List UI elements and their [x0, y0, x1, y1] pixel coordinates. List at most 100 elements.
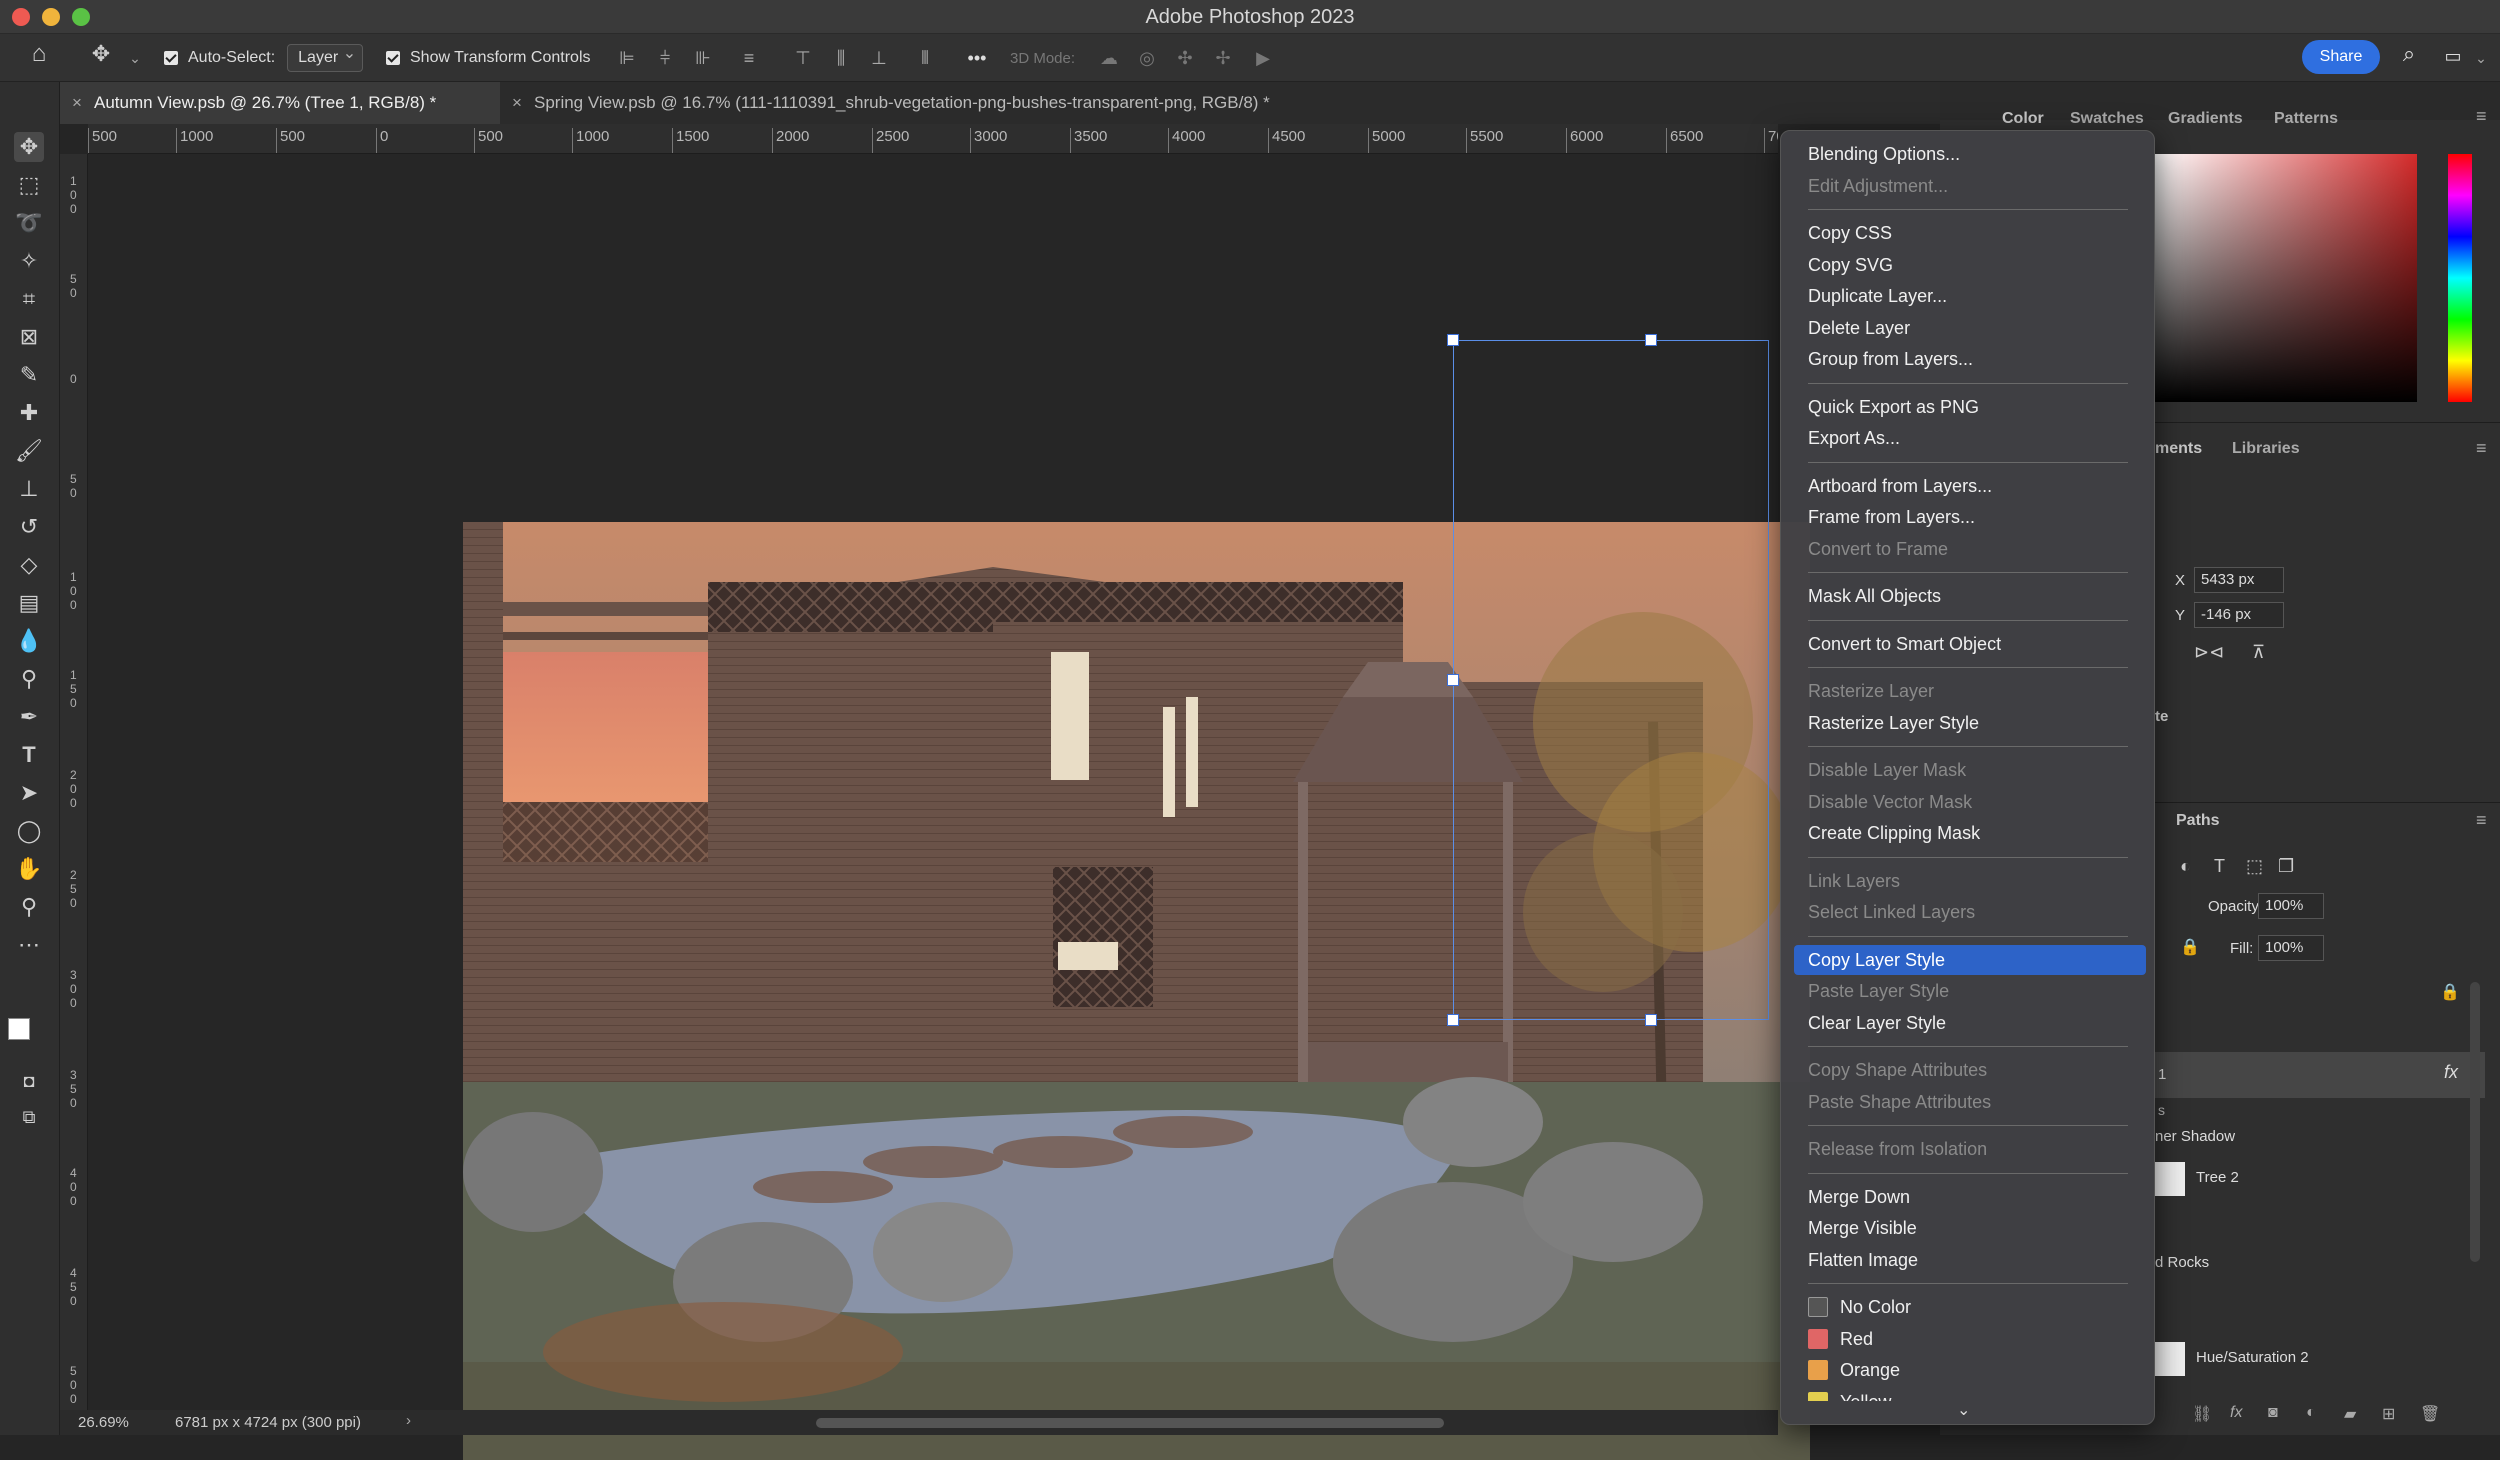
menu-item-color-orange[interactable]: Orange — [1794, 1355, 2146, 1385]
adjustment-layer-icon[interactable]: ◐ — [2306, 1404, 2316, 1422]
tab-swatches[interactable]: Swatches — [2070, 110, 2144, 128]
layer-name-rocks[interactable]: d Rocks — [2155, 1254, 2209, 1271]
menu-item-color-no-color[interactable]: No Color — [1794, 1292, 2146, 1322]
menu-item-convert-to-smart-object[interactable]: Convert to Smart Object — [1794, 629, 2146, 659]
menu-item-copy-layer-style[interactable]: Copy Layer Style — [1794, 944, 2146, 975]
tab-color[interactable]: Color — [2002, 110, 2044, 128]
type-tool-icon[interactable]: T — [14, 740, 44, 770]
path-selection-tool-icon[interactable]: ➤ — [14, 778, 44, 808]
history-brush-tool-icon[interactable]: ↺ — [14, 512, 44, 542]
canvas-area[interactable] — [88, 154, 1810, 1460]
menu-scroll-down-icon[interactable]: ⌄ — [1957, 1400, 1970, 1420]
healing-brush-tool-icon[interactable]: ✚ — [14, 398, 44, 428]
delete-layer-icon[interactable]: 🗑 — [2420, 1404, 2440, 1424]
menu-item-create-clipping-mask[interactable]: Create Clipping Mask — [1794, 818, 2146, 848]
blur-tool-icon[interactable]: 💧 — [14, 626, 44, 656]
menu-item-group-from-layers[interactable]: Group from Layers... — [1794, 344, 2146, 374]
hue-slider[interactable] — [2448, 154, 2472, 402]
menu-item-artboard-from-layers[interactable]: Artboard from Layers... — [1794, 471, 2146, 501]
status-menu-chevron-icon[interactable]: › — [406, 1412, 411, 1429]
hand-tool-icon[interactable]: ✋ — [14, 854, 44, 884]
menu-item-quick-export-as-png[interactable]: Quick Export as PNG — [1794, 392, 2146, 422]
filter-smart-object-icon[interactable]: ❐ — [2278, 856, 2294, 877]
search-icon[interactable]: ⌕ — [2398, 43, 2420, 65]
magic-wand-tool-icon[interactable]: ✧ — [14, 246, 44, 276]
lasso-tool-icon[interactable]: ➰ — [14, 208, 44, 238]
distribute-vertical-icon[interactable]: ⫴ — [914, 48, 936, 68]
new-group-icon[interactable]: ▰ — [2344, 1404, 2356, 1424]
panel-menu-icon[interactable]: ≡ — [2476, 438, 2487, 459]
fill-field[interactable]: 100% — [2258, 935, 2324, 961]
layer-name-tree-2[interactable]: Tree 2 — [2196, 1169, 2239, 1186]
workspace-chevron-icon[interactable]: ⌄ — [2470, 48, 2492, 68]
transform-handle[interactable] — [1645, 334, 1657, 346]
tab-spring-view[interactable]: × Spring View.psb @ 16.7% (111-1110391_s… — [500, 82, 1500, 124]
new-layer-icon[interactable]: ⊞ — [2382, 1404, 2395, 1424]
selected-layer-row[interactable] — [2155, 1052, 2485, 1098]
eraser-tool-icon[interactable]: ◇ — [14, 550, 44, 580]
dodge-tool-icon[interactable]: ⚲ — [14, 664, 44, 694]
menu-item-color-yellow[interactable]: Yellow — [1794, 1387, 2146, 1401]
tab-autumn-view[interactable]: × Autumn View.psb @ 26.7% (Tree 1, RGB/8… — [60, 82, 500, 124]
panel-menu-icon[interactable]: ≡ — [2476, 106, 2487, 127]
share-button[interactable]: Share — [2302, 40, 2380, 74]
menu-item-color-red[interactable]: Red — [1794, 1324, 2146, 1354]
frame-tool-icon[interactable]: ⊠ — [14, 322, 44, 352]
color-picker-field[interactable] — [2155, 154, 2417, 402]
flip-vertical-icon[interactable]: ⊼ — [2252, 642, 2265, 663]
align-right-icon[interactable]: ⊪ — [692, 48, 714, 68]
tab-paths[interactable]: Paths — [2176, 812, 2220, 830]
panel-menu-icon[interactable]: ≡ — [2476, 810, 2487, 831]
x-position-field[interactable]: 5433 px — [2194, 567, 2284, 593]
transform-handle[interactable] — [1447, 1014, 1459, 1026]
distribute-icon[interactable]: ≡ — [738, 48, 760, 68]
add-style-icon[interactable]: fx — [2230, 1404, 2242, 1422]
opacity-field[interactable]: 100% — [2258, 893, 2324, 919]
align-center-icon[interactable]: ⫩ — [654, 48, 676, 68]
crop-tool-icon[interactable]: ⌗ — [14, 284, 44, 314]
add-mask-icon[interactable]: ◙ — [2268, 1404, 2278, 1422]
flip-horizontal-icon[interactable]: ⊳⊲ — [2194, 642, 2224, 663]
transform-handle[interactable] — [1447, 334, 1459, 346]
tab-adjustments[interactable]: ments — [2155, 440, 2202, 458]
eyedropper-tool-icon[interactable]: ✎ — [14, 360, 44, 390]
close-tab-icon[interactable]: × — [72, 82, 82, 124]
menu-item-merge-down[interactable]: Merge Down — [1794, 1182, 2146, 1212]
marquee-tool-icon[interactable]: ⬚ — [14, 170, 44, 200]
home-icon[interactable]: ⌂ — [28, 42, 50, 66]
clone-stamp-tool-icon[interactable]: ⊥ — [14, 474, 44, 504]
workspace-icon[interactable]: ▭ — [2442, 46, 2464, 66]
filter-type-icon[interactable]: T — [2214, 856, 2225, 877]
move-tool-icon[interactable]: ✥ — [14, 132, 44, 162]
horizontal-scrollbar[interactable] — [816, 1418, 1444, 1428]
screen-mode-icon[interactable]: ⧉ — [14, 1102, 44, 1132]
show-transform-checkbox[interactable] — [386, 51, 400, 65]
link-layers-icon[interactable]: ⛓ — [2192, 1404, 2212, 1424]
layers-scrollbar[interactable] — [2470, 982, 2480, 1262]
align-middle-icon[interactable]: ⫼ — [830, 48, 852, 68]
ellipse-tool-icon[interactable]: ◯ — [14, 816, 44, 846]
close-tab-icon[interactable]: × — [512, 82, 522, 124]
menu-item-rasterize-layer-style[interactable]: Rasterize Layer Style — [1794, 708, 2146, 738]
filter-adjustment-icon[interactable]: ◐ — [2180, 856, 2191, 877]
menu-item-blending-options[interactable]: Blending Options... — [1794, 139, 2146, 169]
menu-item-export-as[interactable]: Export As... — [1794, 423, 2146, 453]
quick-mask-icon[interactable]: ◘ — [14, 1066, 44, 1096]
menu-item-frame-from-layers[interactable]: Frame from Layers... — [1794, 502, 2146, 532]
align-left-icon[interactable]: ⊫ — [616, 48, 638, 68]
pen-tool-icon[interactable]: ✒ — [14, 702, 44, 732]
y-position-field[interactable]: -146 px — [2194, 602, 2284, 628]
align-top-icon[interactable]: ⊤ — [792, 48, 814, 68]
transform-handle[interactable] — [1645, 1014, 1657, 1026]
zoom-level[interactable]: 26.69% — [78, 1414, 129, 1431]
lock-icon[interactable]: 🔒 — [2180, 937, 2200, 957]
zoom-tool-icon[interactable]: ⚲ — [14, 892, 44, 922]
brush-tool-icon[interactable]: 🖌 — [14, 436, 44, 466]
gradient-tool-icon[interactable]: ▤ — [14, 588, 44, 618]
layer-name-hue-saturation[interactable]: Hue/Saturation 2 — [2196, 1349, 2309, 1366]
more-options-icon[interactable]: ••• — [966, 48, 988, 68]
menu-item-clear-layer-style[interactable]: Clear Layer Style — [1794, 1008, 2146, 1038]
menu-item-merge-visible[interactable]: Merge Visible — [1794, 1213, 2146, 1243]
menu-item-copy-svg[interactable]: Copy SVG — [1794, 250, 2146, 280]
move-tool-icon[interactable]: ✥ — [90, 43, 112, 65]
